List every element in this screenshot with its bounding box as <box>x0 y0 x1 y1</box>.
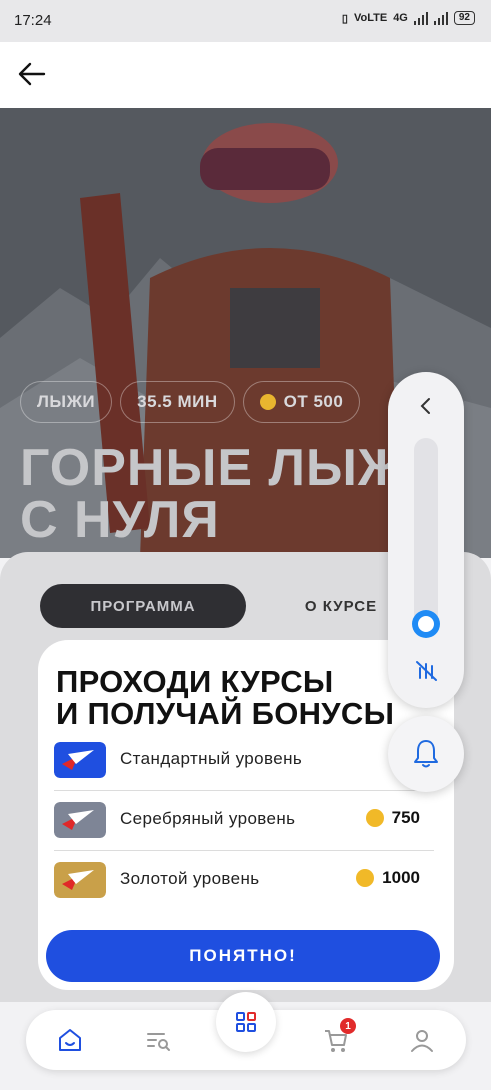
signal-icon-2 <box>433 11 448 25</box>
status-time: 17:24 <box>14 12 52 29</box>
modal-title-line-2: И ПОЛУЧАЙ БОНУСЫ <box>56 696 395 731</box>
coin-icon <box>259 394 276 410</box>
level-name: Золотой уровень <box>120 869 260 888</box>
gold-level-badge-icon <box>54 862 106 898</box>
catalog-button[interactable] <box>216 992 276 1052</box>
network-type: 4G <box>393 12 408 24</box>
level-name: Стандартный уровень <box>120 749 303 768</box>
profile-icon[interactable] <box>408 1026 436 1054</box>
level-standard: Стандартный уровень <box>54 730 434 790</box>
notifications-button[interactable] <box>388 716 464 792</box>
course-title: ГОРНЫЕ ЛЫЖИ С НУЛЯ <box>20 442 444 546</box>
ok-button[interactable]: ПОНЯТНО! <box>46 930 440 982</box>
hero-tags: ЛЫЖИ 35.5 МИН ОТ 500 <box>20 381 361 423</box>
tag-price-label: ОТ 500 <box>283 392 344 411</box>
level-name: Серебряный уровень <box>120 809 296 828</box>
back-arrow-icon[interactable] <box>14 56 50 92</box>
status-icons: ▯ VoLTE 4G 92 <box>342 11 475 25</box>
course-title-line-1: ГОРНЫЕ ЛЫЖИ <box>20 439 445 497</box>
silver-level-badge-icon <box>54 802 106 838</box>
nfc-icon: ▯ <box>341 12 348 25</box>
tag-duration: 35.5 МИН <box>120 381 235 423</box>
cart-button[interactable]: 1 <box>322 1018 356 1054</box>
course-tabs: ПРОГРАММА О КУРСЕ <box>40 584 416 628</box>
search-list-icon[interactable] <box>144 1026 172 1054</box>
tab-program[interactable]: ПРОГРАММА <box>40 584 246 628</box>
modal-title-line-1: ПРОХОДИ КУРСЫ <box>56 664 334 699</box>
level-silver: Серебряный уровень 750 <box>54 790 434 850</box>
level-amount-value: 750 <box>391 808 420 827</box>
level-amount-value: 1000 <box>382 868 420 887</box>
tag-price: ОТ 500 <box>242 381 361 423</box>
coin-icon <box>365 809 384 827</box>
coin-icon <box>356 869 375 887</box>
mute-icon[interactable] <box>412 656 440 684</box>
level-gold: Золотой уровень 1000 <box>54 850 434 910</box>
bonus-modal: ПРОХОДИ КУРСЫ И ПОЛУЧАЙ БОНУСЫ Стандартн… <box>38 640 454 990</box>
course-title-line-2: С НУЛЯ <box>20 491 220 549</box>
cart-count-badge: 1 <box>340 1018 356 1034</box>
signal-icon <box>413 11 428 25</box>
bell-icon <box>414 740 438 768</box>
tag-sport: ЛЫЖИ <box>20 381 113 423</box>
network-label: VoLTE <box>353 12 388 24</box>
floating-side-panel <box>388 372 464 708</box>
modal-title: ПРОХОДИ КУРСЫ И ПОЛУЧАЙ БОНУСЫ <box>56 666 394 730</box>
volume-track[interactable] <box>414 438 438 628</box>
grid-icon <box>236 1012 256 1032</box>
chevron-left-icon[interactable] <box>414 394 438 418</box>
standard-level-badge-icon <box>54 742 106 778</box>
level-amount: 1000 <box>356 868 420 888</box>
volume-knob[interactable] <box>412 610 440 638</box>
battery-icon: 92 <box>453 11 475 25</box>
bottom-navigation: 1 <box>26 992 466 1070</box>
home-icon[interactable] <box>56 1026 84 1054</box>
status-bar: 17:24 ▯ VoLTE 4G 92 <box>0 0 491 42</box>
level-amount: 750 <box>365 808 420 828</box>
top-bar <box>0 42 491 108</box>
